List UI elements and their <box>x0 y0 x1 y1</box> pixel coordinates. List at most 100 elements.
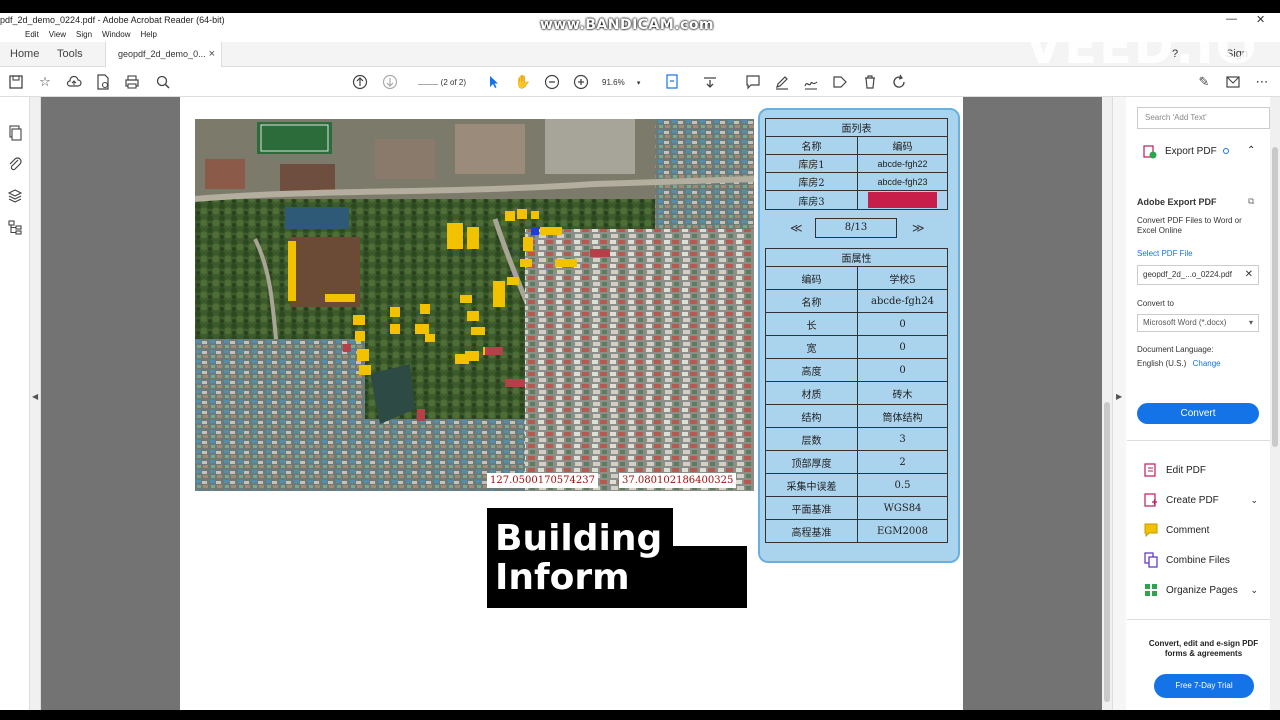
chevron-down-icon: ▾ <box>1248 318 1253 327</box>
chevron-down-icon: ▾ <box>636 80 641 87</box>
search-tools-input[interactable]: Search 'Add Text' <box>1137 107 1270 129</box>
signature-pen-icon[interactable]: ✎ <box>1196 74 1212 90</box>
bandicam-watermark: www.BANDICAM.com <box>540 17 715 33</box>
comment-tool-icon <box>1143 522 1159 538</box>
attr-value: 筒体结构 <box>857 404 948 428</box>
right-panel-toggle[interactable]: ▶ <box>1112 97 1126 710</box>
zoom-select[interactable]: 91.6% ▾ <box>602 75 648 90</box>
tool-organize-pages[interactable]: Organize Pages ⌄ <box>1143 580 1258 600</box>
clear-file-icon[interactable]: ✕ <box>1245 266 1253 284</box>
save-icon[interactable] <box>8 74 24 90</box>
attr-row: 长0 <box>765 312 948 336</box>
select-cursor-icon[interactable] <box>486 74 502 90</box>
menu-help[interactable]: Help <box>140 28 156 42</box>
menu-window[interactable]: Window <box>102 28 130 42</box>
combine-files-icon <box>1143 552 1159 568</box>
copy-icon[interactable]: ⧉ <box>1248 196 1254 207</box>
zoom-in-icon[interactable] <box>573 74 589 90</box>
tool-comment[interactable]: Comment <box>1143 520 1209 540</box>
chevron-up-icon[interactable]: ⌃ <box>1247 145 1255 156</box>
satellite-map[interactable]: 127.0500170574237 37.080102186400325 <box>195 119 754 491</box>
file-share-icon[interactable] <box>95 74 111 90</box>
page-thumbnails-icon[interactable] <box>7 125 23 141</box>
attr-row: 结构 筒体结构 <box>765 404 948 428</box>
select-pdf-file-label[interactable]: Select PDF File <box>1137 249 1193 259</box>
attr-key: 顶部厚度 <box>765 450 858 474</box>
adobe-export-title: Adobe Export PDF <box>1137 197 1217 207</box>
comment-icon[interactable] <box>745 74 761 90</box>
selected-file-field[interactable]: geopdf_2d_...o_0224.pdf ✕ <box>1137 265 1259 285</box>
tool-label: Edit PDF <box>1166 464 1207 476</box>
table-row-selected[interactable]: 库房3 abcde-fgh24 <box>765 190 948 210</box>
model-tree-icon[interactable] <box>7 219 23 235</box>
free-trial-button[interactable]: Free 7-Day Trial <box>1154 674 1254 698</box>
scrollbar-thumb[interactable] <box>1272 147 1278 447</box>
caption-line-1: Building <box>495 518 663 559</box>
longitude-label: 127.0500170574237 <box>487 473 598 488</box>
tools-pane-scrollbar[interactable] <box>1270 97 1280 710</box>
scrollbar-thumb[interactable] <box>1104 402 1110 702</box>
left-panel-toggle[interactable]: ◀ <box>30 97 41 710</box>
layers-icon[interactable] <box>7 188 23 204</box>
print-icon[interactable] <box>124 74 140 90</box>
attr-value: 0 <box>857 358 948 382</box>
close-tab-icon[interactable]: × <box>209 42 215 67</box>
hand-tool-icon[interactable]: ✋ <box>515 74 531 90</box>
next-page-button[interactable]: ≫ <box>912 221 925 235</box>
convert-button[interactable]: Convert <box>1137 403 1259 424</box>
zoom-out-icon[interactable] <box>544 74 560 90</box>
convert-format-select[interactable]: Microsoft Word (*.docx) ▾ <box>1137 314 1259 332</box>
page-number-field[interactable]: (2 of 2) <box>412 75 466 90</box>
scroll-mode-icon[interactable] <box>702 74 718 90</box>
face-list-title: 面列表 <box>765 118 948 137</box>
attr-value: WGS84 <box>857 496 948 520</box>
highlight-pen-icon[interactable] <box>774 74 790 90</box>
row-name: 库房3 <box>765 190 858 210</box>
tool-create-pdf[interactable]: Create PDF ⌄ <box>1143 490 1258 510</box>
export-pdf-title: Export PDF <box>1165 146 1217 157</box>
tab-home[interactable]: Home <box>10 42 39 67</box>
attr-key: 名称 <box>765 289 858 313</box>
sign-icon[interactable] <box>803 74 819 90</box>
document-scrollbar[interactable] <box>1102 97 1112 710</box>
promo-text: Convert, edit and e-sign PDF forms & agr… <box>1148 639 1259 658</box>
tool-combine-files[interactable]: Combine Files <box>1143 550 1230 570</box>
attr-row: 高程基准 EGM2008 <box>765 519 948 543</box>
trash-icon[interactable] <box>862 74 878 90</box>
fit-page-icon[interactable] <box>665 74 681 90</box>
row-code: abcde-fgh23 <box>857 172 948 191</box>
row-code-cell: abcde-fgh24 <box>857 190 948 210</box>
table-row[interactable]: 库房2 abcde-fgh23 <box>765 172 948 191</box>
tab-document[interactable]: geopdf_2d_demo_0... × <box>105 42 222 67</box>
create-pdf-icon <box>1143 492 1159 508</box>
tab-document-label: geopdf_2d_demo_0... <box>118 49 206 59</box>
bookmark-star-icon[interactable]: ☆ <box>37 74 53 90</box>
menu-view[interactable]: View <box>49 28 66 42</box>
page-down-icon[interactable] <box>382 74 398 90</box>
upload-cloud-icon[interactable] <box>66 74 82 90</box>
menu-edit[interactable]: Edit <box>25 28 39 42</box>
acrobat-window: pdf_2d_demo_0224.pdf - Adobe Acrobat Rea… <box>0 13 1280 710</box>
attr-key: 高度 <box>765 358 858 382</box>
face-list-table: 面列表 名称 编码 库房1 abcde-fgh22 库房2 abcde-fgh2… <box>765 118 948 210</box>
tab-tools[interactable]: Tools <box>57 42 83 67</box>
export-pdf-header[interactable]: Export PDF ⌃ <box>1143 145 1263 161</box>
mail-icon[interactable] <box>1225 74 1241 90</box>
table-row[interactable]: 库房1 abcde-fgh22 <box>765 154 948 173</box>
rotate-icon[interactable] <box>891 74 907 90</box>
divider <box>1127 619 1270 620</box>
page-up-icon[interactable] <box>352 74 368 90</box>
more-options-icon[interactable]: ⋯ <box>1254 74 1270 90</box>
tag-edit-icon[interactable] <box>832 74 848 90</box>
tool-edit-pdf[interactable]: Edit PDF <box>1143 460 1206 480</box>
chevron-down-icon: ⌄ <box>1250 584 1258 595</box>
doc-language-value: English (U.S.) <box>1137 359 1187 368</box>
attr-row: 高度 0 <box>765 358 948 382</box>
search-icon[interactable] <box>155 74 171 90</box>
change-language-link[interactable]: Change <box>1193 359 1221 368</box>
menu-sign[interactable]: Sign <box>76 28 92 42</box>
attachment-icon[interactable] <box>7 156 23 172</box>
map-imagery <box>195 119 754 491</box>
attr-row: 层数 3 <box>765 427 948 451</box>
prev-page-button[interactable]: ≪ <box>790 221 803 235</box>
